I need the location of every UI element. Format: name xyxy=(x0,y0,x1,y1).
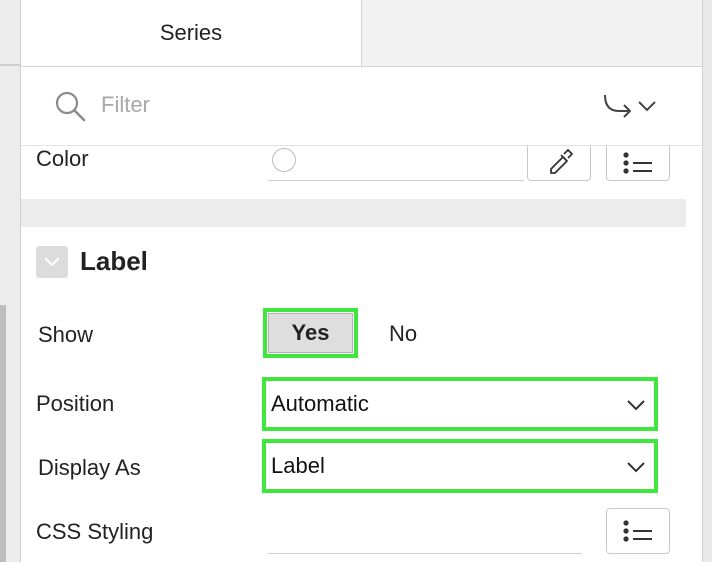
filter-input[interactable] xyxy=(101,89,521,121)
chevron-down-icon xyxy=(635,94,659,118)
color-row: Color xyxy=(21,146,702,198)
css-styling-list-button[interactable] xyxy=(606,508,670,554)
show-yes-button[interactable]: Yes xyxy=(268,313,353,353)
color-picker-button[interactable] xyxy=(527,146,591,181)
position-value: Automatic xyxy=(271,391,369,416)
color-label: Color xyxy=(36,146,89,171)
display-as-select[interactable]: Label xyxy=(262,439,658,493)
css-styling-field[interactable] xyxy=(268,553,582,554)
show-yes-label: Yes xyxy=(291,320,330,345)
tab-empty[interactable] xyxy=(362,0,702,66)
list-icon xyxy=(622,151,654,175)
position-label: Position xyxy=(36,391,115,416)
show-label: Show xyxy=(38,322,94,347)
filter-bar xyxy=(21,67,702,146)
left-edge-divider xyxy=(0,64,20,66)
collapse-icon xyxy=(43,256,61,268)
eyedropper-icon xyxy=(545,149,573,177)
css-styling-label: CSS Styling xyxy=(36,519,154,544)
show-no-label: No xyxy=(388,321,418,346)
tab-bar: Series xyxy=(21,0,702,67)
tab-series[interactable]: Series xyxy=(21,0,362,66)
section-divider xyxy=(21,199,686,227)
color-field[interactable] xyxy=(268,146,524,181)
section-title: Label xyxy=(80,246,148,276)
show-no-option[interactable]: No xyxy=(373,318,433,350)
display-as-value: Label xyxy=(271,453,325,478)
position-select[interactable]: Automatic xyxy=(262,377,658,431)
label-section-header[interactable]: Label xyxy=(21,238,702,286)
go-to-group-button[interactable] xyxy=(601,89,667,123)
chevron-down-icon xyxy=(626,395,646,415)
collapse-button[interactable] xyxy=(36,246,68,278)
color-swatch xyxy=(272,148,296,172)
search-icon xyxy=(53,89,87,123)
go-to-group-icon xyxy=(601,91,635,121)
color-list-button[interactable] xyxy=(606,146,670,181)
display-as-label: Display As xyxy=(38,455,141,480)
list-icon xyxy=(622,519,654,543)
property-editor-panel: Series Color xyxy=(21,0,702,562)
left-edge-shade xyxy=(0,305,6,562)
right-scrollbar[interactable] xyxy=(702,0,712,562)
show-yes-option[interactable]: Yes xyxy=(263,308,358,358)
tab-series-label: Series xyxy=(159,20,223,45)
left-panel-edge xyxy=(0,0,21,562)
chevron-down-icon xyxy=(626,457,646,477)
